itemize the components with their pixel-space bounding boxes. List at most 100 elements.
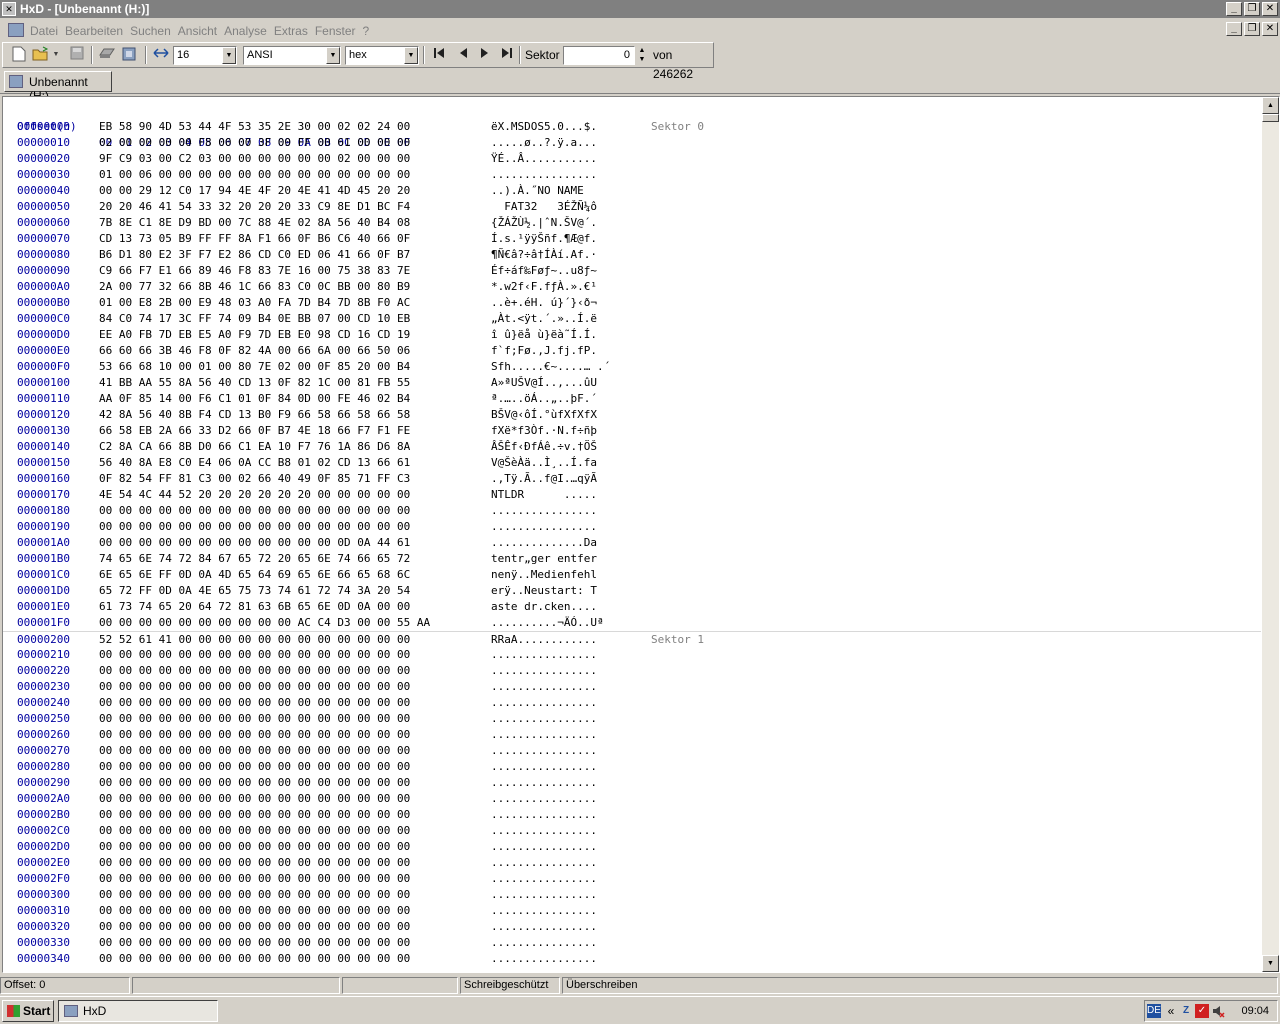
hex-row[interactable]: 00000150 56 40 8A E8 C0 E4 06 0A CC B8 01… — [3, 455, 1261, 471]
hex-row[interactable]: 00000080 B6 D1 80 E2 3F F7 E2 86 CD C0 ED… — [3, 247, 1261, 263]
row-ascii[interactable]: .....ø..?.ÿ.a... — [491, 135, 597, 151]
row-ascii[interactable]: ................ — [491, 711, 597, 727]
menu-ansicht[interactable]: Ansicht — [178, 23, 223, 39]
hex-row[interactable]: 00000340 00 00 00 00 00 00 00 00 00 00 00… — [3, 951, 1261, 967]
hex-row[interactable]: 00000210 00 00 00 00 00 00 00 00 00 00 00… — [3, 647, 1261, 663]
row-ascii[interactable]: ................ — [491, 695, 597, 711]
row-ascii[interactable]: RRaA............ — [491, 632, 597, 648]
row-bytes[interactable]: 00 00 00 00 00 00 00 00 00 00 00 00 00 0… — [99, 711, 410, 727]
row-bytes[interactable]: 4E 54 4C 44 52 20 20 20 20 20 20 00 00 0… — [99, 487, 410, 503]
row-ascii[interactable]: ................ — [491, 807, 597, 823]
spin-up-icon[interactable]: ▲ — [639, 47, 646, 54]
menu-help[interactable]: ? — [363, 23, 376, 39]
row-ascii[interactable]: *.w2f‹F.fƒÀ.».€¹ — [491, 279, 597, 295]
row-bytes[interactable]: 00 00 00 00 00 00 00 00 00 00 00 00 0D 0… — [99, 535, 410, 551]
row-bytes[interactable]: B6 D1 80 E2 3F F7 E2 86 CD C0 ED 06 41 6… — [99, 247, 410, 263]
row-ascii[interactable]: .‚Tÿ.Ã..f@I.…qÿÃ — [491, 471, 597, 487]
row-bytes[interactable]: 66 58 EB 2A 66 33 D2 66 0F B7 4E 18 66 F… — [99, 423, 410, 439]
row-bytes[interactable]: 74 65 6E 74 72 84 67 65 72 20 65 6E 74 6… — [99, 551, 410, 567]
bytes-per-row-select[interactable]: 16 ▼ — [173, 46, 237, 65]
row-bytes[interactable]: C9 66 F7 E1 66 89 46 F8 83 7E 16 00 75 3… — [99, 263, 410, 279]
hex-row[interactable]: 00000280 00 00 00 00 00 00 00 00 00 00 00… — [3, 759, 1261, 775]
menu-analyse[interactable]: Analyse — [224, 23, 273, 39]
hex-row[interactable]: 00000330 00 00 00 00 00 00 00 00 00 00 00… — [3, 935, 1261, 951]
row-ascii[interactable]: ................ — [491, 647, 597, 663]
row-bytes[interactable]: 56 40 8A E8 C0 E4 06 0A CC B8 01 02 CD 1… — [99, 455, 410, 471]
row-ascii[interactable]: ................ — [491, 167, 597, 183]
row-ascii[interactable]: ................ — [491, 887, 597, 903]
hex-row[interactable]: 00000230 00 00 00 00 00 00 00 00 00 00 00… — [3, 679, 1261, 695]
row-ascii[interactable]: ................ — [491, 743, 597, 759]
hex-row[interactable]: 00000260 00 00 00 00 00 00 00 00 00 00 00… — [3, 727, 1261, 743]
row-bytes[interactable]: 20 20 46 41 54 33 32 20 20 20 33 C9 8E D… — [99, 199, 410, 215]
row-ascii[interactable]: ................ — [491, 775, 597, 791]
hex-row[interactable]: 000000A0 2A 00 77 32 66 8B 46 1C 66 83 C0… — [3, 279, 1261, 295]
chevron-down-icon[interactable]: ▼ — [222, 47, 236, 64]
menu-bearbeiten[interactable]: Bearbeiten — [65, 23, 129, 39]
minimize-button[interactable]: _ — [1226, 2, 1242, 16]
row-bytes[interactable]: 41 BB AA 55 8A 56 40 CD 13 0F 82 1C 00 8… — [99, 375, 410, 391]
hex-grid[interactable]: Offset(h) 00 01 02 03 04 05 06 07 08 09 … — [3, 103, 1261, 967]
row-bytes[interactable]: 01 00 06 00 00 00 00 00 00 00 00 00 00 0… — [99, 167, 410, 183]
row-bytes[interactable]: 52 52 61 41 00 00 00 00 00 00 00 00 00 0… — [99, 632, 410, 648]
row-bytes[interactable]: 00 00 00 00 00 00 00 00 00 00 AC C4 D3 0… — [99, 615, 430, 631]
menu-extras[interactable]: Extras — [274, 23, 314, 39]
status-readonly[interactable]: Schreibgeschützt — [460, 977, 560, 994]
row-ascii[interactable]: aste dr.cken.... — [491, 599, 597, 615]
maximize-button[interactable]: ❐ — [1244, 2, 1260, 16]
row-bytes[interactable]: EB 58 90 4D 53 44 4F 53 35 2E 30 00 02 0… — [99, 119, 410, 135]
doc-close-button[interactable]: ✕ — [1262, 22, 1278, 36]
hex-row[interactable]: 00000220 00 00 00 00 00 00 00 00 00 00 00… — [3, 663, 1261, 679]
zone-alarm-icon[interactable]: Z — [1179, 1004, 1193, 1018]
scroll-down-icon[interactable]: ▼ — [1262, 955, 1279, 972]
row-bytes[interactable]: 65 72 FF 0D 0A 4E 65 75 73 74 61 72 74 3… — [99, 583, 410, 599]
row-ascii[interactable]: „Àt.<ÿt.´.»..Í.ë — [491, 311, 597, 327]
hex-row[interactable]: 00000020 9F C9 03 00 C2 03 00 00 00 00 00… — [3, 151, 1261, 167]
row-ascii[interactable]: ................ — [491, 871, 597, 887]
offset-base-select[interactable]: hex ▼ — [345, 46, 419, 65]
row-ascii[interactable]: ................ — [491, 919, 597, 935]
hex-row[interactable]: 000001A0 00 00 00 00 00 00 00 00 00 00 00… — [3, 535, 1261, 551]
hex-row[interactable]: 00000160 0F 82 54 FF 81 C3 00 02 66 40 49… — [3, 471, 1261, 487]
tab-unbenannt[interactable]: Unbenannt (H:) — [4, 71, 112, 103]
row-bytes[interactable]: 00 00 00 00 00 00 00 00 00 00 00 00 00 0… — [99, 791, 410, 807]
row-ascii[interactable]: Sfh.....€~....… .´ — [491, 359, 610, 375]
hex-row[interactable]: 00000140 C2 8A CA 66 8B D0 66 C1 EA 10 F7… — [3, 439, 1261, 455]
row-ascii[interactable]: ..............Da — [491, 535, 597, 551]
row-bytes[interactable]: 00 00 00 00 00 00 00 00 00 00 00 00 00 0… — [99, 919, 410, 935]
hex-row[interactable]: 000000B0 01 00 E8 2B 00 E9 48 03 A0 FA 7D… — [3, 295, 1261, 311]
vertical-scrollbar[interactable]: ▲ ▼ — [1262, 97, 1279, 972]
last-sector-button[interactable] — [497, 46, 517, 64]
hex-row[interactable]: 00000040 00 00 29 12 C0 17 94 4E 4F 20 4E… — [3, 183, 1261, 199]
hex-row[interactable]: 000002B0 00 00 00 00 00 00 00 00 00 00 00… — [3, 807, 1261, 823]
row-ascii[interactable]: erÿ..Neustart: T — [491, 583, 597, 599]
language-indicator[interactable]: DE — [1147, 1004, 1161, 1018]
hex-row[interactable]: 00000190 00 00 00 00 00 00 00 00 00 00 00… — [3, 519, 1261, 535]
chevron-down-icon[interactable]: ▼ — [326, 47, 340, 64]
hex-row[interactable]: 000000E0 66 60 66 3B 46 F8 0F 82 4A 00 66… — [3, 343, 1261, 359]
document-system-icon[interactable] — [8, 23, 24, 37]
row-ascii[interactable]: tentr„ger entfer — [491, 551, 597, 567]
expand-tray-icon[interactable]: « — [1165, 1004, 1177, 1018]
row-bytes[interactable]: 42 8A 56 40 8B F4 CD 13 B0 F9 66 58 66 5… — [99, 407, 410, 423]
row-ascii[interactable]: ................ — [491, 727, 597, 743]
row-bytes[interactable]: 0F 82 54 FF 81 C3 00 02 66 40 49 0F 85 7… — [99, 471, 410, 487]
hex-row[interactable]: 00000070 CD 13 73 05 B9 FF FF 8A F1 66 0F… — [3, 231, 1261, 247]
hex-row[interactable]: 00000120 42 8A 56 40 8B F4 CD 13 B0 F9 66… — [3, 407, 1261, 423]
row-bytes[interactable]: AA 0F 85 14 00 F6 C1 01 0F 84 0D 00 FE 4… — [99, 391, 410, 407]
hex-row[interactable]: 00000100 41 BB AA 55 8A 56 40 CD 13 0F 82… — [3, 375, 1261, 391]
hex-row[interactable]: 00000110 AA 0F 85 14 00 F6 C1 01 0F 84 0D… — [3, 391, 1261, 407]
row-ascii[interactable]: FAT32 3ÉŽÑ¼ô — [491, 199, 597, 215]
row-bytes[interactable]: 02 00 00 00 00 F8 00 00 3F 00 FF 00 61 0… — [99, 135, 410, 151]
scroll-up-icon[interactable]: ▲ — [1262, 97, 1279, 114]
hex-row[interactable]: 000002E0 00 00 00 00 00 00 00 00 00 00 00… — [3, 855, 1261, 871]
row-bytes[interactable]: 00 00 00 00 00 00 00 00 00 00 00 00 00 0… — [99, 743, 410, 759]
row-ascii[interactable]: f`f;Fø.‚J.fj.fP. — [491, 343, 597, 359]
hex-row[interactable]: 00000290 00 00 00 00 00 00 00 00 00 00 00… — [3, 775, 1261, 791]
hex-row[interactable]: 000002D0 00 00 00 00 00 00 00 00 00 00 00… — [3, 839, 1261, 855]
taskbar-item-hxd[interactable]: HxD — [58, 1000, 218, 1022]
row-bytes[interactable]: 53 66 68 10 00 01 00 80 7E 02 00 0F 85 2… — [99, 359, 410, 375]
row-ascii[interactable]: ÂŠÊf‹ÐfÁê.÷v.†ÖŠ — [491, 439, 597, 455]
row-bytes[interactable]: 2A 00 77 32 66 8B 46 1C 66 83 C0 0C BB 0… — [99, 279, 410, 295]
hex-row[interactable]: 000001D0 65 72 FF 0D 0A 4E 65 75 73 74 61… — [3, 583, 1261, 599]
